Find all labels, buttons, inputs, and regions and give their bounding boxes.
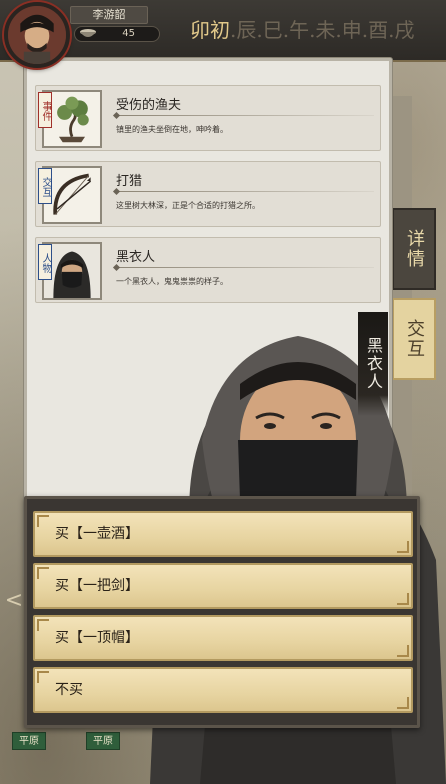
bow-icon bbox=[44, 168, 100, 222]
divider bbox=[116, 267, 374, 268]
option-decline-button[interactable]: 不买 bbox=[33, 667, 413, 713]
divider bbox=[116, 115, 374, 116]
masked-man-icon bbox=[44, 244, 100, 298]
player-avatar[interactable] bbox=[4, 2, 70, 68]
option-buy-sword-button[interactable]: 买【一把剑】 bbox=[33, 563, 413, 609]
card-tag: 交互 bbox=[38, 168, 52, 204]
card-title: 打猎 bbox=[116, 174, 143, 189]
card-title: 受伤的渔夫 bbox=[116, 98, 182, 113]
character-name-banner: 黑衣人 bbox=[358, 312, 388, 416]
card-title: 黑衣人 bbox=[116, 250, 156, 265]
list-item-interact[interactable]: 交互 打猎 这里树大林深，正是个合适的打猎之所。 bbox=[35, 161, 381, 227]
current-time: 卯初 bbox=[190, 18, 230, 42]
map-node-plain[interactable]: 平原 bbox=[86, 732, 120, 750]
map-node-plain[interactable]: 平原 bbox=[12, 732, 46, 750]
tab-detail[interactable]: 详情 bbox=[392, 208, 436, 290]
time-rest: .辰.巳.午.未.申.酉.戌 bbox=[230, 18, 415, 42]
list-item-event[interactable]: 事件 受伤的渔夫 镇里的渔夫坐倒在地，呻吟着。 bbox=[35, 85, 381, 151]
option-buy-hat-button[interactable]: 买【一顶帽】 bbox=[33, 615, 413, 661]
divider bbox=[116, 191, 374, 192]
stamina-bar: 45 bbox=[74, 26, 160, 42]
card-description: 镇里的渔夫坐倒在地，呻吟着。 bbox=[116, 125, 228, 134]
card-description: 这里树大林深，正是个合适的打猎之所。 bbox=[116, 201, 260, 210]
player-portrait-icon bbox=[8, 6, 66, 64]
card-tag: 事件 bbox=[38, 92, 52, 128]
bonsai-icon bbox=[44, 92, 100, 146]
stamina-value: 45 bbox=[122, 28, 135, 39]
choice-dialog: 买【一壶酒】 买【一把剑】 买【一顶帽】 不买 bbox=[24, 496, 420, 728]
player-name: 李游韶 bbox=[70, 6, 148, 24]
back-arrow-icon[interactable]: < bbox=[4, 588, 24, 614]
card-description: 一个黑衣人，鬼鬼祟祟的样子。 bbox=[116, 277, 228, 286]
list-item-character[interactable]: 人物 黑衣人 一个黑衣人，鬼鬼祟祟的样子。 bbox=[35, 237, 381, 303]
card-tag: 人物 bbox=[38, 244, 52, 280]
time-of-day: 卯初.辰.巳.午.未.申.酉.戌 bbox=[190, 14, 415, 44]
bowl-icon bbox=[80, 29, 96, 37]
option-buy-wine-button[interactable]: 买【一壶酒】 bbox=[33, 511, 413, 557]
